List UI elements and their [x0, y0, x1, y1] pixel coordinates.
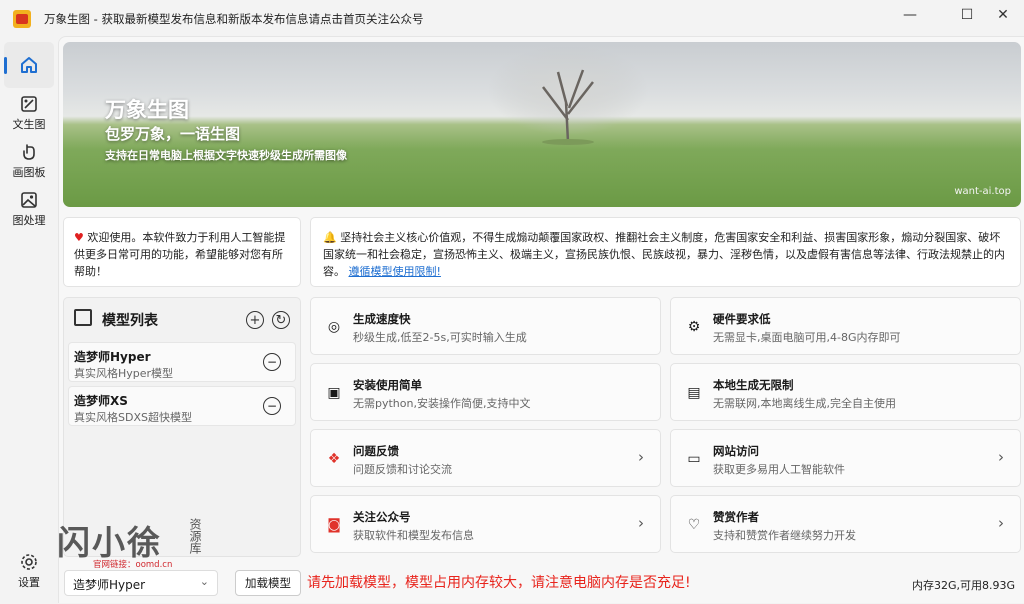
feature-desc: 问题反馈和讨论交流 [353, 463, 452, 476]
welcome-text: 欢迎使用。本软件致力于利用人工智能提供更多日常可用的功能，希望能够对您有所帮助！ [74, 231, 286, 278]
refresh-models-button[interactable]: ↻ [272, 311, 290, 329]
chevron-right-icon: › [638, 514, 644, 532]
sidebar-item-text-to-image[interactable]: 文生图 [4, 90, 54, 136]
donate-icon: ♡ [687, 517, 701, 533]
sidebar: 文生图 画图板 图处理 设置 [0, 36, 58, 603]
settings-label: 设置 [18, 576, 40, 589]
feature-desc: 支持和赞赏作者继续努力开发 [713, 529, 856, 542]
chip-icon: ⚙ [687, 319, 701, 335]
hero-banner: 万象生图 包罗万象，一语生图 支持在日常电脑上根据文字快速秒级生成所需图像 wa… [63, 42, 1021, 207]
refresh-icon: ↻ [275, 312, 287, 328]
bell-icon: 🔔 [323, 231, 337, 244]
sidebar-item-home[interactable] [4, 42, 54, 88]
memory-warning: 请先加载模型，模型占用内存较大，请注意电脑内存是否充足! [307, 575, 691, 591]
sidebar-item-label: 画图板 [12, 166, 46, 179]
feedback-icon: ❖ [327, 451, 341, 467]
model-list-panel: 模型列表 + ↻ 造梦师Hyper 真实风格Hyper模型 − 造梦师XS 真实… [63, 297, 301, 557]
remove-model-button[interactable]: − [263, 397, 281, 415]
banner-title: 万象生图 [105, 98, 189, 122]
feature-card-install: ▣ 安装使用简单 无需python,安装操作简便,支持中文 [310, 363, 661, 421]
chevron-right-icon: › [998, 514, 1004, 532]
plus-icon: + [249, 312, 261, 328]
home-icon [21, 57, 37, 73]
feature-title: 问题反馈 [353, 444, 399, 458]
install-icon: ▣ [327, 385, 341, 401]
banner-subtitle: 包罗万象，一语生图 [105, 125, 241, 143]
banner-description: 支持在日常电脑上根据文字快速秒级生成所需图像 [105, 149, 347, 162]
feature-desc: 秒级生成,低至2-5s,可实时输入生成 [353, 331, 527, 344]
sidebar-item-label: 图处理 [12, 214, 46, 227]
model-name: 造梦师Hyper [74, 350, 151, 364]
image-processing-icon [21, 192, 37, 208]
model-name: 造梦师XS [74, 394, 128, 408]
feature-title: 硬件要求低 [713, 312, 771, 326]
sidebar-item-label: 文生图 [12, 118, 46, 131]
feature-card-speed: ◎ 生成速度快 秒级生成,低至2-5s,可实时输入生成 [310, 297, 661, 355]
speed-icon: ◎ [327, 319, 341, 335]
title-bar: 万象生图 - 获取最新模型发布信息和新版本发布信息请点击首页关注公众号 — ☐ … [0, 0, 1024, 36]
model-item[interactable]: 造梦师Hyper 真实风格Hyper模型 − [68, 342, 296, 382]
chevron-right-icon: › [638, 448, 644, 466]
feature-desc: 无需显卡,桌面电脑可用,4-8G内存即可 [713, 331, 901, 344]
feature-desc: 无需python,安装操作简便,支持中文 [353, 397, 531, 410]
minus-icon: − [266, 399, 278, 413]
gear-icon [21, 554, 37, 570]
feature-desc: 获取更多易用人工智能软件 [713, 463, 845, 476]
sidebar-item-image-processing[interactable]: 图处理 [4, 186, 54, 232]
window-title: 万象生图 - 获取最新模型发布信息和新版本发布信息请点击首页关注公众号 [44, 12, 424, 26]
usage-restriction-link[interactable]: 遵循模型使用限制! [349, 265, 441, 278]
feature-title: 赞赏作者 [713, 510, 759, 524]
feature-card-website[interactable]: ▭ 网站访问 获取更多易用人工智能软件 › [670, 429, 1021, 487]
feature-title: 生成速度快 [353, 312, 411, 326]
chevron-right-icon: › [998, 448, 1004, 466]
feature-title: 安装使用简单 [353, 378, 422, 392]
feature-title: 关注公众号 [353, 510, 411, 524]
text-to-image-icon [21, 96, 37, 112]
welcome-card: ♥ 欢迎使用。本软件致力于利用人工智能提供更多日常可用的功能，希望能够对您有所帮… [63, 217, 301, 287]
selected-model: 造梦师Hyper [73, 578, 146, 592]
wechat-icon: ◙ [327, 517, 341, 533]
model-list-title: 模型列表 [102, 313, 158, 329]
feature-card-feedback[interactable]: ❖ 问题反馈 问题反馈和讨论交流 › [310, 429, 661, 487]
model-select[interactable]: 造梦师Hyper ⌄ [64, 570, 218, 596]
feature-desc: 无需联网,本地离线生成,完全自主使用 [713, 397, 896, 410]
model-item[interactable]: 造梦师XS 真实风格SDXS超快模型 − [68, 386, 296, 426]
feature-card-local: ▤ 本地生成无限制 无需联网,本地离线生成,完全自主使用 [670, 363, 1021, 421]
main-content: 万象生图 包罗万象，一语生图 支持在日常电脑上根据文字快速秒级生成所需图像 wa… [58, 36, 1024, 603]
banner-url: want-ai.top [954, 186, 1011, 197]
active-indicator [4, 57, 7, 74]
feature-card-donate[interactable]: ♡ 赞赏作者 支持和赞赏作者继续努力开发 › [670, 495, 1021, 553]
local-icon: ▤ [687, 385, 701, 401]
feature-card-wechat[interactable]: ◙ 关注公众号 获取软件和模型发布信息 › [310, 495, 661, 553]
feature-card-hardware: ⚙ 硬件要求低 无需显卡,桌面电脑可用,4-8G内存即可 [670, 297, 1021, 355]
drawing-board-icon [23, 144, 35, 160]
close-button[interactable]: ✕ [980, 0, 1024, 30]
chevron-down-icon: ⌄ [199, 575, 209, 588]
minimize-button[interactable]: — [887, 0, 933, 30]
bottom-bar: 造梦师Hyper ⌄ 加载模型 请先加载模型，模型占用内存较大，请注意电脑内存是… [59, 565, 1024, 604]
notice-card: 🔔 坚持社会主义核心价值观，不得生成煽动颠覆国家政权、推翻社会主义制度，危害国家… [310, 217, 1021, 287]
add-model-button[interactable]: + [246, 311, 264, 329]
memory-status: 内存32G,可用8.93G [911, 579, 1015, 592]
app-logo-icon [13, 10, 31, 28]
model-desc: 真实风格SDXS超快模型 [74, 411, 192, 424]
feature-desc: 获取软件和模型发布信息 [353, 529, 474, 542]
heart-icon: ♥ [74, 231, 84, 244]
website-icon: ▭ [687, 451, 701, 467]
feature-title: 网站访问 [713, 444, 759, 458]
sidebar-item-drawing-board[interactable]: 画图板 [4, 138, 54, 184]
feature-title: 本地生成无限制 [713, 378, 794, 392]
image-gallery-icon [74, 309, 92, 326]
minus-icon: − [266, 355, 278, 369]
sidebar-item-settings[interactable]: 设置 [4, 548, 54, 594]
remove-model-button[interactable]: − [263, 353, 281, 371]
model-desc: 真实风格Hyper模型 [74, 367, 174, 380]
load-model-button[interactable]: 加载模型 [235, 570, 301, 596]
